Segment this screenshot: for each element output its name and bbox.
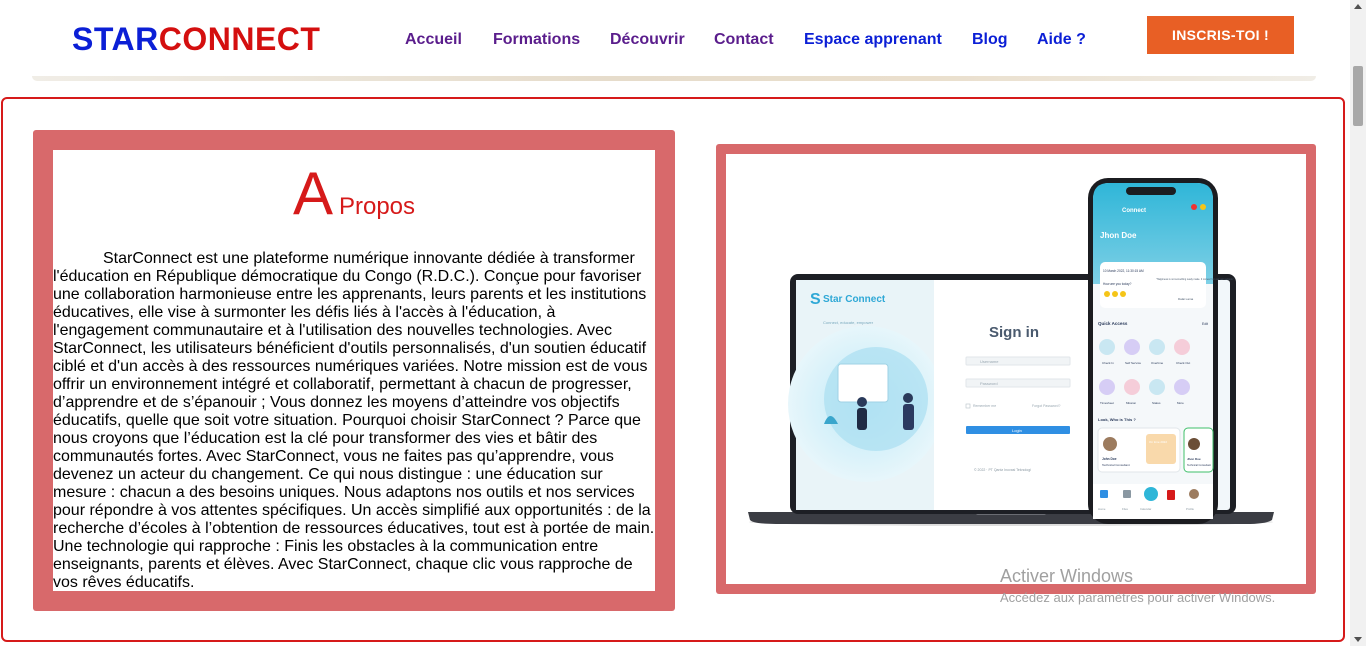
watermark-title: Activer Windows: [1000, 566, 1134, 586]
quick-item-label: More: [1177, 401, 1184, 405]
laptop-footer: © 2022 · PT Qantz Inovasi Teknologi: [974, 468, 1031, 472]
quick-item-icon[interactable]: [1099, 339, 1115, 355]
signin-form: [934, 280, 1088, 510]
watermark-subtitle: Accédez aux paramètres pour activer Wind…: [1000, 590, 1276, 605]
calendar-icon[interactable]: [1167, 490, 1175, 500]
person-head-2: [903, 393, 913, 403]
nav-label: Profile: [1186, 507, 1194, 511]
quick-item-label: Timesheet: [1100, 401, 1114, 405]
nav-aide[interactable]: Aide ?: [1037, 30, 1086, 50]
site-header: STARCONNECT Accueil Formations Découvrir…: [0, 0, 1350, 80]
quick-item-icon[interactable]: [1174, 339, 1190, 355]
phone-brand: Connect: [1122, 208, 1146, 214]
scroll-up-arrow-icon[interactable]: [1354, 4, 1362, 9]
quick-item-label: Status: [1152, 401, 1161, 405]
quick-item-label: Mission: [1126, 401, 1137, 405]
who-role-1: Technical Consultant: [1102, 463, 1130, 467]
center-action-icon[interactable]: [1144, 487, 1158, 501]
laptop-logo-s: S: [810, 291, 821, 308]
nav-decouvrir[interactable]: Découvrir: [610, 30, 685, 50]
nav-espace-apprenant[interactable]: Espace apprenant: [804, 30, 942, 50]
quick-access-edit[interactable]: Edit: [1202, 322, 1208, 326]
nav-formations[interactable]: Formations: [493, 30, 580, 50]
quick-item-icon[interactable]: [1149, 379, 1165, 395]
quick-item-icon[interactable]: [1124, 379, 1140, 395]
avatar: [1103, 437, 1117, 451]
logo-star: STAR: [72, 21, 159, 57]
nav-contact[interactable]: Contact: [714, 30, 774, 50]
site-logo[interactable]: STARCONNECT: [72, 20, 320, 58]
about-title: A Propos: [53, 164, 655, 224]
illustration-board: [837, 363, 889, 403]
about-title-word: Propos: [338, 193, 416, 220]
page-scrollbar[interactable]: [1350, 0, 1366, 646]
quick-item-label: Check In: [1102, 361, 1114, 365]
laptop-brand: Star Connect: [823, 294, 886, 305]
login-button-label: Login: [1012, 428, 1022, 433]
nav-label: Calendar: [1140, 507, 1151, 511]
windows-activation-watermark: Activer Windows Accédez aux paramètres p…: [1000, 566, 1275, 607]
emoji-icon-1[interactable]: [1104, 291, 1110, 297]
product-mockup-image: S Star Connect Connect, educate, empower…: [726, 154, 1306, 584]
phone-user-name: Jhon Doe: [1100, 231, 1137, 240]
quick-item-icon[interactable]: [1099, 379, 1115, 395]
profile-avatar-icon[interactable]: [1189, 489, 1199, 499]
quick-item-icon[interactable]: [1124, 339, 1140, 355]
person-body-2: [903, 404, 914, 430]
emoji-icon-3[interactable]: [1120, 291, 1126, 297]
quick-item-label: Check Out: [1176, 361, 1190, 365]
files-icon[interactable]: [1123, 490, 1131, 498]
notification-icon[interactable]: [1200, 204, 1206, 210]
quick-item-icon[interactable]: [1149, 339, 1165, 355]
who-card-badge: On time 2022: [1149, 440, 1167, 444]
home-icon[interactable]: [1100, 490, 1108, 498]
quick-access-title: Quick Access: [1098, 321, 1128, 326]
phone-quote-author: Dalai Lama: [1178, 297, 1194, 301]
about-paragraph: StarConnect est une plateforme numérique…: [53, 250, 655, 591]
scroll-down-arrow-icon[interactable]: [1354, 637, 1362, 642]
emoji-icon-2[interactable]: [1112, 291, 1118, 297]
product-image-card: S Star Connect Connect, educate, empower…: [716, 144, 1316, 594]
person-head-1: [857, 397, 867, 407]
phone-date: 10 March 2022, 11:30:15 AM: [1103, 269, 1144, 273]
flag-icon: [1191, 204, 1197, 210]
phone-question: How are you today?: [1103, 282, 1132, 286]
quick-item-label: Overtime: [1151, 361, 1164, 365]
who-card-badge-bg: [1146, 434, 1176, 464]
logo-connect: CONNECT: [158, 21, 321, 57]
signin-title: Sign in: [989, 324, 1039, 341]
header-divider: [32, 76, 1316, 81]
quick-item-label: Self Service: [1125, 361, 1141, 365]
laptop-tagline: Connect, educate, empower: [823, 320, 874, 325]
avatar: [1188, 438, 1200, 450]
who-person-1: John Doe: [1102, 457, 1117, 461]
nav-label: Files: [1122, 507, 1129, 511]
device-mockup: S Star Connect Connect, educate, empower…: [748, 178, 1274, 526]
nav-label: Home: [1098, 507, 1106, 511]
who-person-2: Jhon Doe: [1187, 457, 1201, 461]
remember-label: Remember me: [973, 404, 996, 408]
who-title: Look, Who is This ?: [1098, 417, 1136, 422]
about-title-letter: A: [292, 160, 333, 227]
quick-item-icon[interactable]: [1174, 379, 1190, 395]
about-content: A Propos StarConnect est une plateforme n…: [53, 150, 655, 591]
phone-dynamic-island: [1126, 187, 1176, 195]
about-card: A Propos StarConnect est une plateforme n…: [33, 130, 675, 611]
who-role-2: Technical Consultant: [1187, 463, 1211, 467]
signup-button[interactable]: INSCRIS-TOI !: [1147, 16, 1294, 54]
forgot-password-link[interactable]: Forgot Password?: [1032, 404, 1060, 408]
nav-blog[interactable]: Blog: [972, 30, 1008, 50]
password-placeholder: Password: [980, 381, 998, 386]
username-placeholder: Username: [980, 359, 999, 364]
person-body-1: [857, 408, 867, 430]
scrollbar-thumb[interactable]: [1353, 66, 1363, 126]
phone-quote: "Happiness is not something ready made. …: [1156, 278, 1234, 281]
nav-accueil[interactable]: Accueil: [405, 30, 462, 50]
